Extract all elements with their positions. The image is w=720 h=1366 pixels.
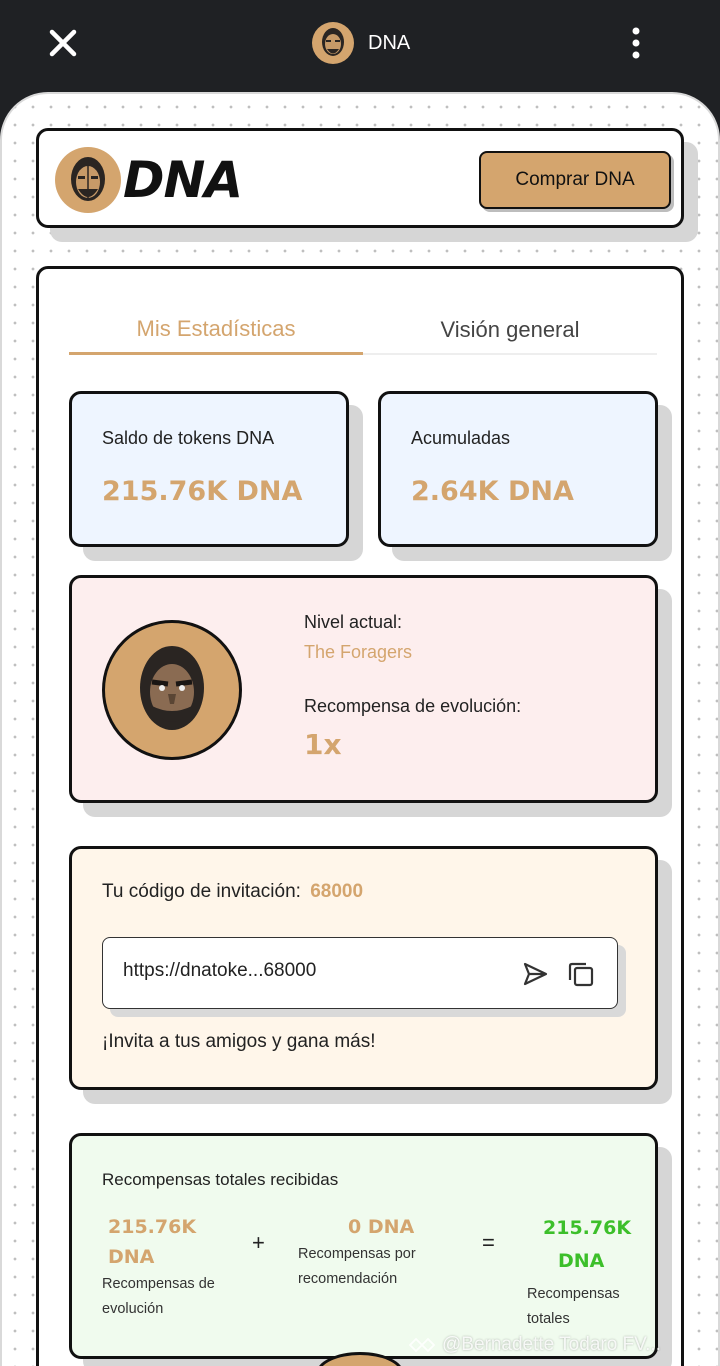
invite-code-label: Tu código de invitación: — [102, 881, 301, 902]
watermark-text: @Bernadette Todaro FV... — [442, 1334, 661, 1355]
face-logo-icon — [322, 28, 344, 56]
brand-logo — [55, 147, 121, 213]
balance-value: 215.76K DNA — [102, 476, 303, 507]
evolution-reward-label: Recompensa de evolución: — [304, 696, 522, 716]
tab-bar: Mis Estadísticas Visión general — [69, 305, 657, 355]
evolution-reward-value: 1x — [304, 728, 342, 761]
balance-card: Saldo de tokens DNA 215.76K DNA — [69, 391, 349, 547]
plus-sign: + — [252, 1230, 265, 1255]
evolution-rewards: 215.76K DNA Recompensas de evolución — [102, 1212, 242, 1322]
brand-wordmark: DNA — [123, 151, 243, 209]
grand-total-value-2: DNA — [558, 1250, 605, 1272]
app-header: DNA — [312, 21, 410, 65]
current-level-label: Nivel actual: — [304, 612, 403, 632]
watermark-logo-icon — [408, 1337, 436, 1353]
accumulated-value: 2.64K DNA — [411, 476, 574, 507]
close-button[interactable] — [44, 24, 82, 62]
send-icon — [523, 962, 548, 986]
tab-overview[interactable]: Visión general — [363, 305, 657, 355]
buy-dna-button[interactable]: Comprar DNA — [479, 151, 671, 209]
evolution-rewards-label-2: evolución — [102, 1301, 164, 1317]
level-card: Nivel actual: The Foragers Recompensa de… — [69, 575, 658, 803]
referral-rewards-label-2: recomendación — [298, 1271, 398, 1287]
top-bar: DNA — [0, 0, 720, 88]
invite-code: 68000 — [310, 881, 364, 902]
stats-panel: Mis Estadísticas Visión general Saldo de… — [36, 266, 684, 1366]
copy-button[interactable] — [565, 958, 597, 990]
grand-total-label-2: totales — [527, 1311, 570, 1327]
tab-my-stats[interactable]: Mis Estadísticas — [69, 305, 363, 355]
app-title: DNA — [368, 31, 411, 54]
referral-rewards-value: 0 DNA — [348, 1216, 415, 1238]
grand-total-label-1: Recompensas — [527, 1286, 620, 1302]
accumulated-card: Acumuladas 2.64K DNA — [378, 391, 658, 547]
evolution-rewards-label-1: Recompensas de — [102, 1276, 215, 1292]
face-logo-icon — [71, 157, 105, 201]
copy-icon — [568, 962, 594, 987]
level-avatar — [102, 620, 242, 760]
accumulated-label: Acumuladas — [411, 428, 511, 448]
brand: DNA — [55, 147, 243, 213]
watermark: @Bernadette Todaro FV... — [408, 1332, 718, 1358]
equals-sign: = — [482, 1230, 495, 1255]
share-button[interactable] — [519, 958, 551, 990]
invite-note: ¡Invita a tus amigos y gana más! — [102, 1031, 376, 1052]
invite-card: Tu código de invitación: 68000 https://d… — [69, 846, 658, 1090]
invite-link[interactable]: https://dnatoke...68000 — [123, 960, 316, 982]
grand-total-value-1: 215.76K — [543, 1217, 632, 1239]
app-logo — [312, 22, 354, 64]
invite-link-box: https://dnatoke...68000 — [102, 937, 618, 1009]
grand-total: 215.76K DNA Recompensas totales — [527, 1212, 647, 1332]
invite-title: Tu código de invitación: 68000 — [102, 881, 363, 903]
close-icon — [49, 29, 77, 57]
balance-label: Saldo de tokens DNA — [102, 428, 275, 448]
total-rewards-card: Recompensas totales recibidas 215.76K DN… — [69, 1133, 658, 1359]
forager-face-icon — [140, 646, 204, 730]
total-rewards-title: Recompensas totales recibidas — [102, 1170, 339, 1189]
referral-rewards-label-1: Recompensas por — [298, 1246, 416, 1262]
more-vertical-icon — [632, 27, 640, 59]
brand-header: DNA Comprar DNA — [36, 128, 684, 228]
current-level-name: The Foragers — [304, 642, 413, 662]
evolution-rewards-value: 215.76K DNA — [108, 1216, 197, 1268]
referral-rewards: 0 DNA Recompensas por recomendación — [298, 1212, 448, 1292]
more-menu-button[interactable] — [622, 26, 650, 60]
